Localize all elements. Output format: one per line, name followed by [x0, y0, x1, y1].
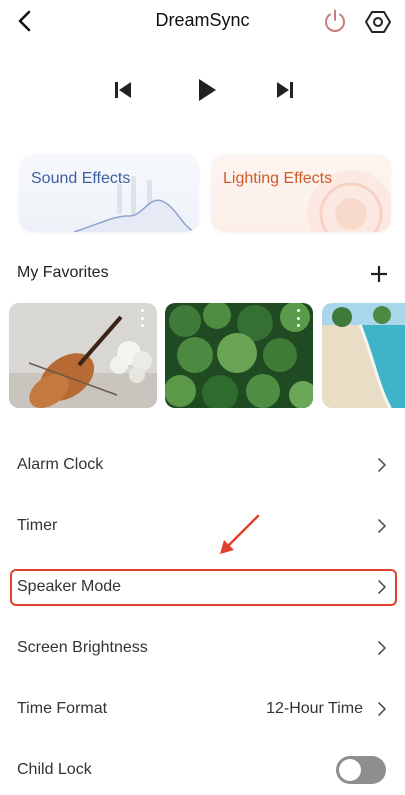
screen-brightness-row[interactable]: Screen Brightness: [0, 623, 405, 673]
lighting-effects-card[interactable]: Lighting Effects: [211, 154, 391, 232]
time-format-label: Time Format: [17, 700, 108, 717]
violin-thumbnail: [9, 303, 157, 408]
sound-effects-label: Sound Effects: [31, 170, 131, 187]
chevron-right-icon: [374, 516, 390, 536]
power-icon: [325, 9, 345, 32]
child-lock-toggle[interactable]: [336, 756, 386, 784]
screen-brightness-label: Screen Brightness: [17, 639, 148, 656]
time-format-row[interactable]: Time Format 12-Hour Time: [0, 684, 405, 734]
hex-gear-icon: [365, 11, 391, 33]
add-favorite-button[interactable]: [364, 260, 394, 288]
favorite-item-violin[interactable]: [9, 303, 157, 408]
settings-button[interactable]: [362, 6, 394, 38]
toggle-knob: [339, 759, 361, 781]
next-button[interactable]: [268, 74, 302, 106]
speaker-mode-highlight: [10, 569, 397, 606]
favorite-item-forest[interactable]: [165, 303, 313, 408]
chevron-right-icon: [374, 455, 390, 475]
sound-wave-decoration: [73, 176, 195, 232]
skip-previous-icon: [115, 82, 131, 98]
time-format-value: 12-Hour Time: [266, 700, 363, 717]
alarm-clock-row[interactable]: Alarm Clock: [0, 440, 405, 490]
favorite-more-button[interactable]: [137, 309, 147, 327]
play-icon: [199, 79, 216, 101]
favorite-item-beach[interactable]: [322, 303, 405, 408]
forest-thumbnail: [165, 303, 313, 408]
favorite-more-button[interactable]: [293, 309, 303, 327]
timer-row[interactable]: Timer: [0, 501, 405, 551]
skip-next-icon: [277, 82, 293, 98]
lighting-effects-label: Lighting Effects: [223, 170, 333, 187]
sound-effects-card[interactable]: Sound Effects: [19, 154, 199, 232]
play-button[interactable]: [190, 74, 224, 106]
power-button[interactable]: [320, 6, 350, 36]
previous-button[interactable]: [106, 74, 140, 106]
plus-icon: [371, 266, 387, 282]
child-lock-label: Child Lock: [17, 761, 92, 778]
timer-label: Timer: [17, 517, 58, 534]
light-glow-decoration: [307, 170, 391, 232]
favorites-title: My Favorites: [17, 264, 109, 281]
annotation-arrow-icon: [220, 514, 260, 554]
chevron-right-icon: [374, 699, 390, 719]
chevron-right-icon: [374, 638, 390, 658]
beach-thumbnail: [322, 303, 405, 408]
alarm-clock-label: Alarm Clock: [17, 456, 104, 473]
